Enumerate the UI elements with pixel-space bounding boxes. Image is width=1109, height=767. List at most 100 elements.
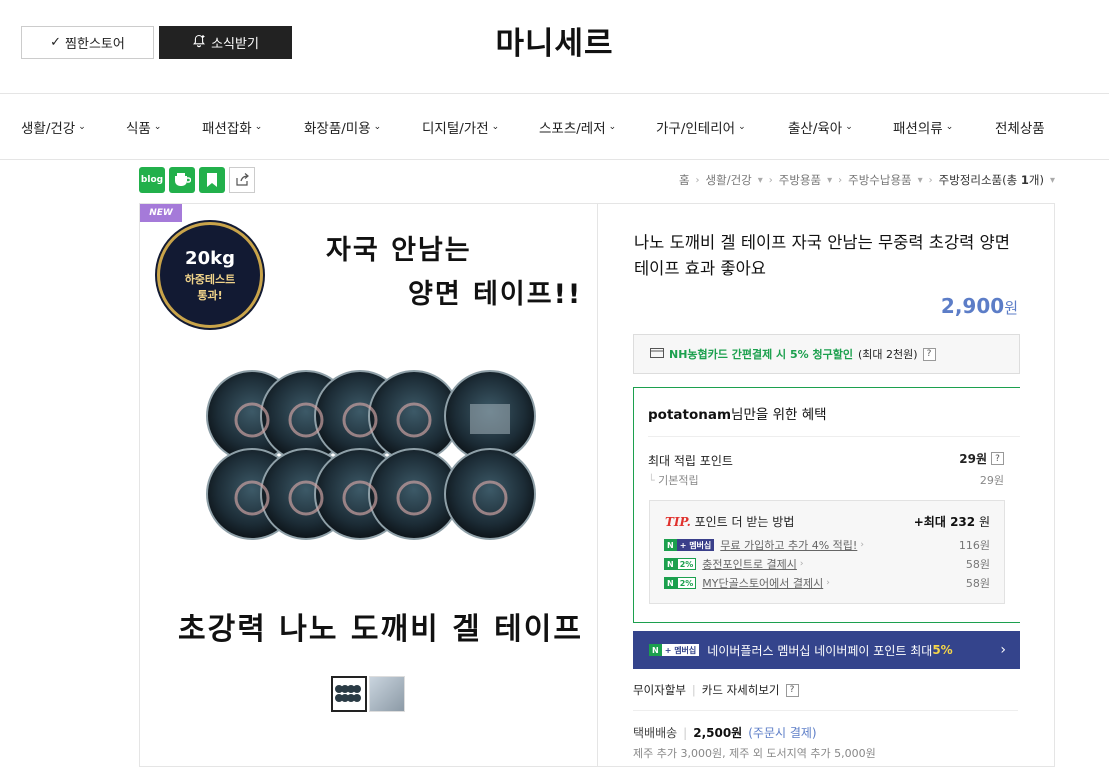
chevron-down-icon: ⌄ <box>738 122 746 132</box>
username: potatonam <box>648 407 732 423</box>
nav-label: 전체상품 <box>995 121 1045 137</box>
cafe-share-icon[interactable] <box>169 167 195 193</box>
nav-label: 스포츠/레저 <box>539 121 606 137</box>
member-benefit-box: potatonam님만을 위한 혜택 최대 적립 포인트 29원? └ 기본적립… <box>633 387 1020 623</box>
price-value: 2,900 <box>940 294 1005 318</box>
breadcrumb-item[interactable]: 주방수납용품 <box>848 172 911 188</box>
benefit-title: potatonam님만을 위한 혜택 <box>648 403 827 423</box>
chevron-down-icon[interactable]: ▾ <box>918 175 923 186</box>
naver-n-icon: N <box>664 539 677 551</box>
tip-row-membership[interactable]: N + 멤버십 무료 가입하고 추가 4% 적립! › 116원 <box>664 538 990 552</box>
nav-label: 가구/인테리어 <box>656 121 736 137</box>
nav-label: 패션의류 <box>893 121 943 137</box>
divider <box>648 436 1020 437</box>
share-row: blog <box>139 167 255 194</box>
store-title[interactable]: 마니세르 <box>0 18 1109 63</box>
tip-row-label: 무료 가입하고 추가 4% 적립! <box>720 539 858 552</box>
tip-row-label: MY단골스토어에서 결제시 <box>702 577 824 590</box>
tip-row-label: 충전포인트로 결제시 <box>702 558 797 571</box>
chevron-right-icon: › <box>1000 642 1006 658</box>
chevron-right-icon: › <box>928 174 933 186</box>
help-icon[interactable]: ? <box>991 452 1004 465</box>
breadcrumb-current[interactable]: 주방정리소품(총 1개) <box>939 172 1044 188</box>
product-main-image[interactable]: 20kg 하중테스트 통과! 자국 안남는 양면 테이프!! 초강력 나노 도깨… <box>140 204 596 662</box>
percent-tag: 2% <box>676 558 697 570</box>
tip-row-value: 58원 <box>965 577 990 590</box>
base-point-value: 29원 <box>979 474 1004 487</box>
nav-item-sports[interactable]: 스포츠/레저 ⌄ <box>539 94 616 160</box>
shipping-price: 2,500원 <box>693 726 743 740</box>
product-info-panel: 나노 도깨비 겔 테이프 자국 안남는 무중력 초강력 양면 테이프 효과 좋아… <box>597 203 1055 767</box>
breadcrumb-count-prefix: (총 <box>1002 173 1021 187</box>
image-headline: 양면 테이프!! <box>408 279 583 310</box>
breadcrumb-count: 1 <box>1020 173 1029 187</box>
help-icon[interactable]: ? <box>785 683 799 697</box>
product-image-panel: 20kg 하중테스트 통과! 자국 안남는 양면 테이프!! 초강력 나노 도깨… <box>139 203 597 767</box>
chevron-down-icon: ⌄ <box>491 122 500 132</box>
new-badge: NEW <box>140 204 182 222</box>
chevron-right-icon: › <box>799 559 804 569</box>
tip-row-value: 116원 <box>958 539 990 552</box>
bookmark-share-icon[interactable] <box>199 167 225 193</box>
membership-tag: N + 멤버십 <box>649 644 700 656</box>
help-icon[interactable]: ? <box>922 347 936 361</box>
store-header: ✓ 찜한스토어 소식받기 마니세르 <box>0 0 1109 94</box>
nav-item-food[interactable]: 식품 ⌄ <box>126 94 161 160</box>
nav-item-digital[interactable]: 디지털/가전 ⌄ <box>422 94 499 160</box>
chevron-down-icon: ⌄ <box>845 122 853 132</box>
nav-label: 생활/건강 <box>21 121 76 137</box>
card-detail-link[interactable]: 카드 자세히보기 <box>702 682 780 698</box>
chevron-down-icon: ⌄ <box>608 122 617 132</box>
chevron-down-icon: ⌄ <box>945 122 954 132</box>
tape-rolls-illustration <box>206 370 536 540</box>
chevron-down-icon: ⌄ <box>78 122 86 132</box>
separator: | <box>691 683 696 697</box>
nav-item-furniture[interactable]: 가구/인테리어 ⌄ <box>656 94 746 160</box>
chevron-down-icon[interactable]: ▾ <box>1050 175 1055 186</box>
breadcrumb-item[interactable]: 생활/건강 <box>706 172 752 188</box>
seal-text: 통과! <box>197 288 223 302</box>
tip-max-prefix: +최대 <box>913 515 951 529</box>
naver-n-icon: N <box>664 558 677 570</box>
blog-share-icon[interactable]: blog <box>139 167 165 193</box>
share-icon[interactable] <box>229 167 255 193</box>
naver-plus-membership-banner[interactable]: N + 멤버십 네이버플러스 멤버십 네이버페이 포인트 최대 5% › <box>633 631 1020 669</box>
nav-item-beauty[interactable]: 화장품/미용 ⌄ <box>304 94 381 160</box>
nav-item-all-products[interactable]: 전체상품 <box>995 94 1045 160</box>
nav-label: 화장품/미용 <box>304 121 371 137</box>
chevron-right-icon: › <box>860 540 864 550</box>
membership-tag-text: + 멤버십 <box>661 644 700 656</box>
nav-item-baby[interactable]: 출산/육아 ⌄ <box>788 94 853 160</box>
credit-card-icon <box>650 347 664 361</box>
shipping-note: (주문시 결제) <box>748 726 817 740</box>
tip-heading: TIP. 포인트 더 받는 방법 <box>665 513 794 530</box>
nav-item-fashion-goods[interactable]: 패션잡화 ⌄ <box>202 94 262 160</box>
max-point-value: 29원? <box>959 450 1004 467</box>
chevron-down-icon: ⌄ <box>254 122 263 132</box>
nav-label: 출산/육아 <box>788 121 843 137</box>
chevron-down-icon: ⌄ <box>373 122 382 132</box>
breadcrumb-count-suffix: 개) <box>1028 173 1044 187</box>
nav-label: 패션잡화 <box>202 121 252 137</box>
seal-weight: 20kg <box>185 247 235 269</box>
nav-label: 디지털/가전 <box>422 121 489 137</box>
nh-card-max: (최대 2천원) <box>857 348 918 361</box>
max-point-label: 최대 적립 포인트 <box>648 454 733 468</box>
thumbnail-2[interactable] <box>369 676 405 712</box>
price-unit: 원 <box>1004 299 1018 317</box>
breadcrumb-home[interactable]: 홈 <box>679 172 690 188</box>
tip-max-value: 232 <box>950 515 976 529</box>
separator: | <box>683 725 688 740</box>
chevron-down-icon[interactable]: ▾ <box>758 175 763 186</box>
nh-card-text: NH농협카드 간편결제 시 5% 청구할인 <box>669 348 853 361</box>
nav-item-clothing[interactable]: 패션의류 ⌄ <box>893 94 953 160</box>
image-footer-text: 초강력 나노 도깨비 겔 테이프 <box>178 612 583 647</box>
base-point-label: └ 기본적립 <box>648 472 699 488</box>
tip-row-charge-point[interactable]: N 2% 충전포인트로 결제시 › 58원 <box>664 557 990 571</box>
interest-free-link[interactable]: 무이자할부 <box>633 682 686 698</box>
breadcrumb-item[interactable]: 주방용품 <box>779 172 821 188</box>
chevron-down-icon[interactable]: ▾ <box>827 175 832 186</box>
nav-item-health[interactable]: 생활/건강 ⌄ <box>21 94 86 160</box>
tip-row-my-store[interactable]: N 2% MY단골스토어에서 결제시 › 58원 <box>664 576 990 590</box>
thumbnail-1[interactable] <box>331 676 367 712</box>
